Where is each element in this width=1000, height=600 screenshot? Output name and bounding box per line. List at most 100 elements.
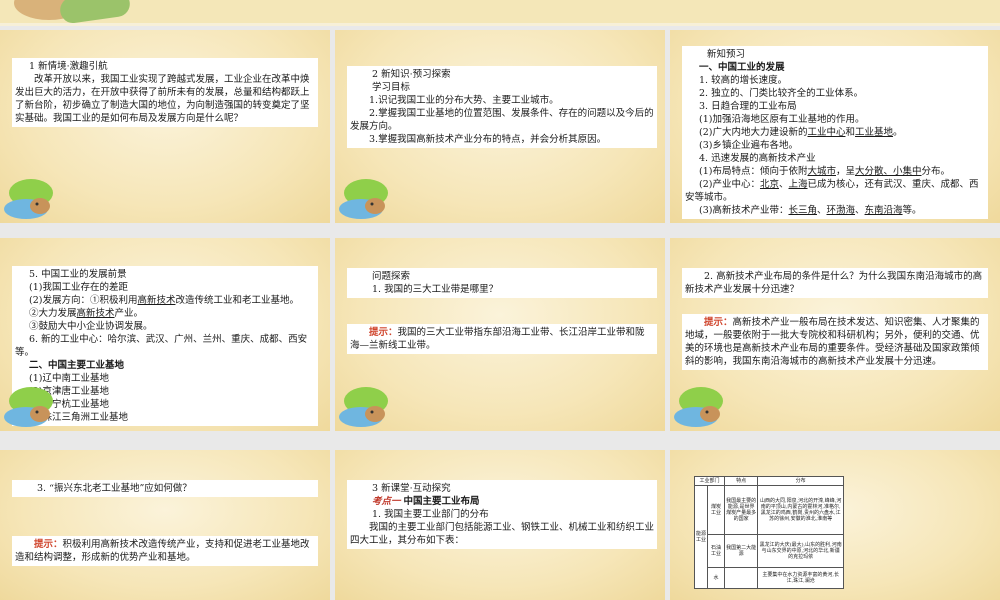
question-title: 问题探索 xyxy=(372,271,411,282)
paragraph: 我国的主要工业部门包括能源工业、钢铁工业、机械工业和纺织工业四大工业，其分布如下… xyxy=(350,522,655,546)
text-run: 、 xyxy=(778,179,789,190)
goal-item: 1.识记我国工业的分布大势、主要工业城市。 xyxy=(369,95,559,106)
slide-heading: 3 新课堂·互动探究 xyxy=(372,483,451,494)
intro-paragraph: 改革开放以来，我国工业实现了跨越式发展，工业企业在改革中焕发出巨大的活力，在开放… xyxy=(15,74,310,124)
industry-table: 工业部门 特点 分布 能源工业 煤炭工业 我国最主要的能源,是世界煤炭产量最多的… xyxy=(694,476,844,589)
preview-title: 新知预习 xyxy=(707,49,746,60)
text-run: 分布。 xyxy=(921,166,951,177)
table-cell: 主要集中在水力资源丰富的黄河,长江,珠江,澜沧 xyxy=(757,567,844,589)
question-text: 2. 高新技术产业布局的条件是什么？为什么我国东南沿海城市的高新技术产业发展十分… xyxy=(685,271,983,295)
text-run: 、 xyxy=(816,205,827,216)
question-text: 3. “振兴东北老工业基地”应如何做？ xyxy=(37,483,192,494)
text-run: 等。 xyxy=(902,205,922,216)
list-item: 1. 我国主要工业部门的分布 xyxy=(372,509,489,520)
text-run: (2)产业中心： xyxy=(699,179,760,190)
table-row: 石油工业 我国第二大能源 黑龙江的大庆(最大),山东的胜利,河南与山东交界的中原… xyxy=(695,534,844,568)
list-item: 2. 独立的、门类比较齐全的工业体系。 xyxy=(699,88,864,99)
underlined-term: 东南沿海 xyxy=(864,205,903,216)
answer-card: 提示：高新技术产业一般布局在技术发达、知识密集、人才聚集的地域，一般要依附于一批… xyxy=(682,314,988,370)
slide-thumbnail-5[interactable]: 问题探索 1. 我国的三大工业带是哪里？ 提示：我国的三大工业带指东部沿海工业带… xyxy=(335,238,665,431)
slide-thumbnail-2[interactable]: 2 新知识·预习探索 学习目标 1.识记我国工业的分布大势、主要工业城市。 2.… xyxy=(335,30,665,223)
section-heading: 二、中国主要工业基地 xyxy=(29,360,125,371)
text-run: 产业。 xyxy=(114,308,144,319)
hint-label: 提示： xyxy=(369,327,398,338)
hint-label: 提示： xyxy=(704,317,733,328)
question-card: 2. 高新技术产业布局的条件是什么？为什么我国东南沿海城市的高新技术产业发展十分… xyxy=(682,268,988,298)
text-run: (2)发展方向：①积极利用 xyxy=(29,295,138,306)
list-item: (1)我国工业存在的差距 xyxy=(29,282,128,293)
table-header: 分布 xyxy=(757,476,844,486)
slide-heading: 1 新情境·激趣引航 xyxy=(29,61,108,72)
table-header: 特点 xyxy=(723,476,759,486)
text-run: 。 xyxy=(893,127,903,138)
text-run: ，呈 xyxy=(835,166,855,177)
slide-thumbnail-1[interactable]: 1 新情境·激趣引航 改革开放以来，我国工业实现了跨越式发展，工业企业在改革中焕… xyxy=(0,30,330,223)
slide-thumbnail-6[interactable]: 2. 高新技术产业布局的条件是什么？为什么我国东南沿海城市的高新技术产业发展十分… xyxy=(670,238,1000,431)
underlined-term: 上海 xyxy=(788,179,808,190)
text-run: ②大力发展 xyxy=(29,308,77,319)
text-run: (1)布局特点：倾向于依附 xyxy=(699,166,808,177)
question-card: 问题探索 1. 我国的三大工业带是哪里？ xyxy=(347,268,657,298)
text-run: (3)高新技术产业带： xyxy=(699,205,789,216)
list-item: ③鼓励大中小企业协调发展。 xyxy=(29,321,153,332)
list-item: (2)发展方向：①积极利用高新技术改造传统工业和老工业基地。 xyxy=(15,294,315,307)
text-card: 3 新课堂·互动探究 考点一 中国主要工业布局 1. 我国主要工业部门的分布 我… xyxy=(347,480,657,549)
dog-and-grass-icon xyxy=(674,387,723,427)
text-run: 改造传统工业和老工业基地。 xyxy=(175,295,299,306)
question-card: 3. “振兴东北老工业基地”应如何做？ xyxy=(12,480,318,497)
underlined-term: 大城市 xyxy=(807,166,836,177)
slide-thumbnail-3[interactable]: 新知预习 一、中国工业的发展 1. 较高的增长速度。 2. 独立的、门类比较齐全… xyxy=(670,30,1000,223)
table-group-cell: 能源工业 xyxy=(694,485,708,589)
list-item: 4. 迅速发展的高新技术产业 xyxy=(699,153,816,164)
table-cell: 我国第二大能源 xyxy=(723,534,759,568)
key-point-title: 考点一 中国主要工业布局 xyxy=(350,495,654,508)
slide-thumbnail-7[interactable]: 3. “振兴东北老工业基地”应如何做？ 提示：积极利用高新技术改造传统产业，支持… xyxy=(0,450,330,600)
text-run: (2)广大内地大力建设新的 xyxy=(699,127,808,138)
table-row: 水 主要集中在水力资源丰富的黄河,长江,珠江,澜沧 xyxy=(695,567,844,589)
slide-heading: 2 新知识·预习探索 xyxy=(372,69,451,80)
table-cell: 水 xyxy=(707,567,725,589)
text-card: 2 新知识·预习探索 学习目标 1.识记我国工业的分布大势、主要工业城市。 2.… xyxy=(347,66,657,148)
text-card: 1 新情境·激趣引航 改革开放以来，我国工业实现了跨越式发展，工业企业在改革中焕… xyxy=(12,58,318,127)
answer-text: 提示：高新技术产业一般布局在技术发达、知识密集、人才聚集的地域，一般要依附于一批… xyxy=(685,316,985,368)
underlined-term: 工业中心 xyxy=(807,127,846,138)
answer-text: 提示：我国的三大工业带指东部沿海工业带、长江沿岸工业带和陇海—兰新线工业带。 xyxy=(350,326,654,352)
banner-band xyxy=(0,23,1000,26)
dog-and-grass-icon xyxy=(339,179,388,219)
table-cell: 煤炭工业 xyxy=(707,485,725,535)
underlined-term: 长三角 xyxy=(788,205,817,216)
dog-and-grass-icon xyxy=(4,387,53,427)
underlined-term: 高新技术 xyxy=(137,295,176,306)
answer-card: 提示：积极利用高新技术改造传统产业，支持和促进老工业基地改造和结构调整，形成新的… xyxy=(12,536,318,566)
list-item: 6. 新的工业中心：哈尔滨、武汉、广州、兰州、重庆、成都、西安等。 xyxy=(15,334,308,358)
underlined-term: 高新技术 xyxy=(76,308,115,319)
table-header: 工业部门 xyxy=(694,476,725,486)
table-header-row: 工业部门 特点 分布 xyxy=(694,476,844,486)
question-text: 1. 我国的三大工业带是哪里？ xyxy=(372,284,499,295)
text-run: 、 xyxy=(855,205,865,216)
text-run: 和 xyxy=(845,127,855,138)
list-item: 5. 中国工业的发展前景 xyxy=(29,269,127,280)
underlined-term: 北京 xyxy=(759,179,779,190)
list-item: 1. 较高的增长速度。 xyxy=(699,75,788,86)
dog-and-grass-icon xyxy=(4,179,53,219)
slide-thumbnail-4[interactable]: 5. 中国工业的发展前景 (1)我国工业存在的差距 (2)发展方向：①积极利用高… xyxy=(0,238,330,431)
key-point-label: 考点一 xyxy=(372,496,401,507)
table-row: 能源工业 煤炭工业 我国最主要的能源,是世界煤炭产量最多的国家 山西的大同,阳泉… xyxy=(694,485,844,589)
list-item: (1)加强沿海地区原有工业基地的作用。 xyxy=(699,114,865,125)
section-heading: 一、中国工业的发展 xyxy=(699,62,785,73)
goal-item: 3.掌握我国高新技术产业分布的特点，并会分析其原因。 xyxy=(369,134,607,145)
list-item: (2)广大内地大力建设新的工业中心和工业基地。 xyxy=(685,126,985,139)
dog-and-grass-icon xyxy=(339,387,388,427)
table-cell: 石油工业 xyxy=(707,534,725,568)
list-item: (3)乡镇企业遍布各地。 xyxy=(699,140,798,151)
top-banner-strip xyxy=(0,0,1000,26)
slide-thumbnail-9[interactable]: 工业部门 特点 分布 能源工业 煤炭工业 我国最主要的能源,是世界煤炭产量最多的… xyxy=(670,450,1000,600)
cartoon-character-body xyxy=(58,0,132,25)
answer-text: 提示：积极利用高新技术改造传统产业，支持和促进老工业基地改造和结构调整，形成新的… xyxy=(15,538,315,564)
hint-label: 提示： xyxy=(34,539,63,550)
underlined-term: 环渤海 xyxy=(826,205,856,216)
list-item: ②大力发展高新技术产业。 xyxy=(15,307,315,320)
slide-thumbnail-8[interactable]: 3 新课堂·互动探究 考点一 中国主要工业布局 1. 我国主要工业部门的分布 我… xyxy=(335,450,665,600)
text-run: 中国主要工业布局 xyxy=(403,496,480,507)
